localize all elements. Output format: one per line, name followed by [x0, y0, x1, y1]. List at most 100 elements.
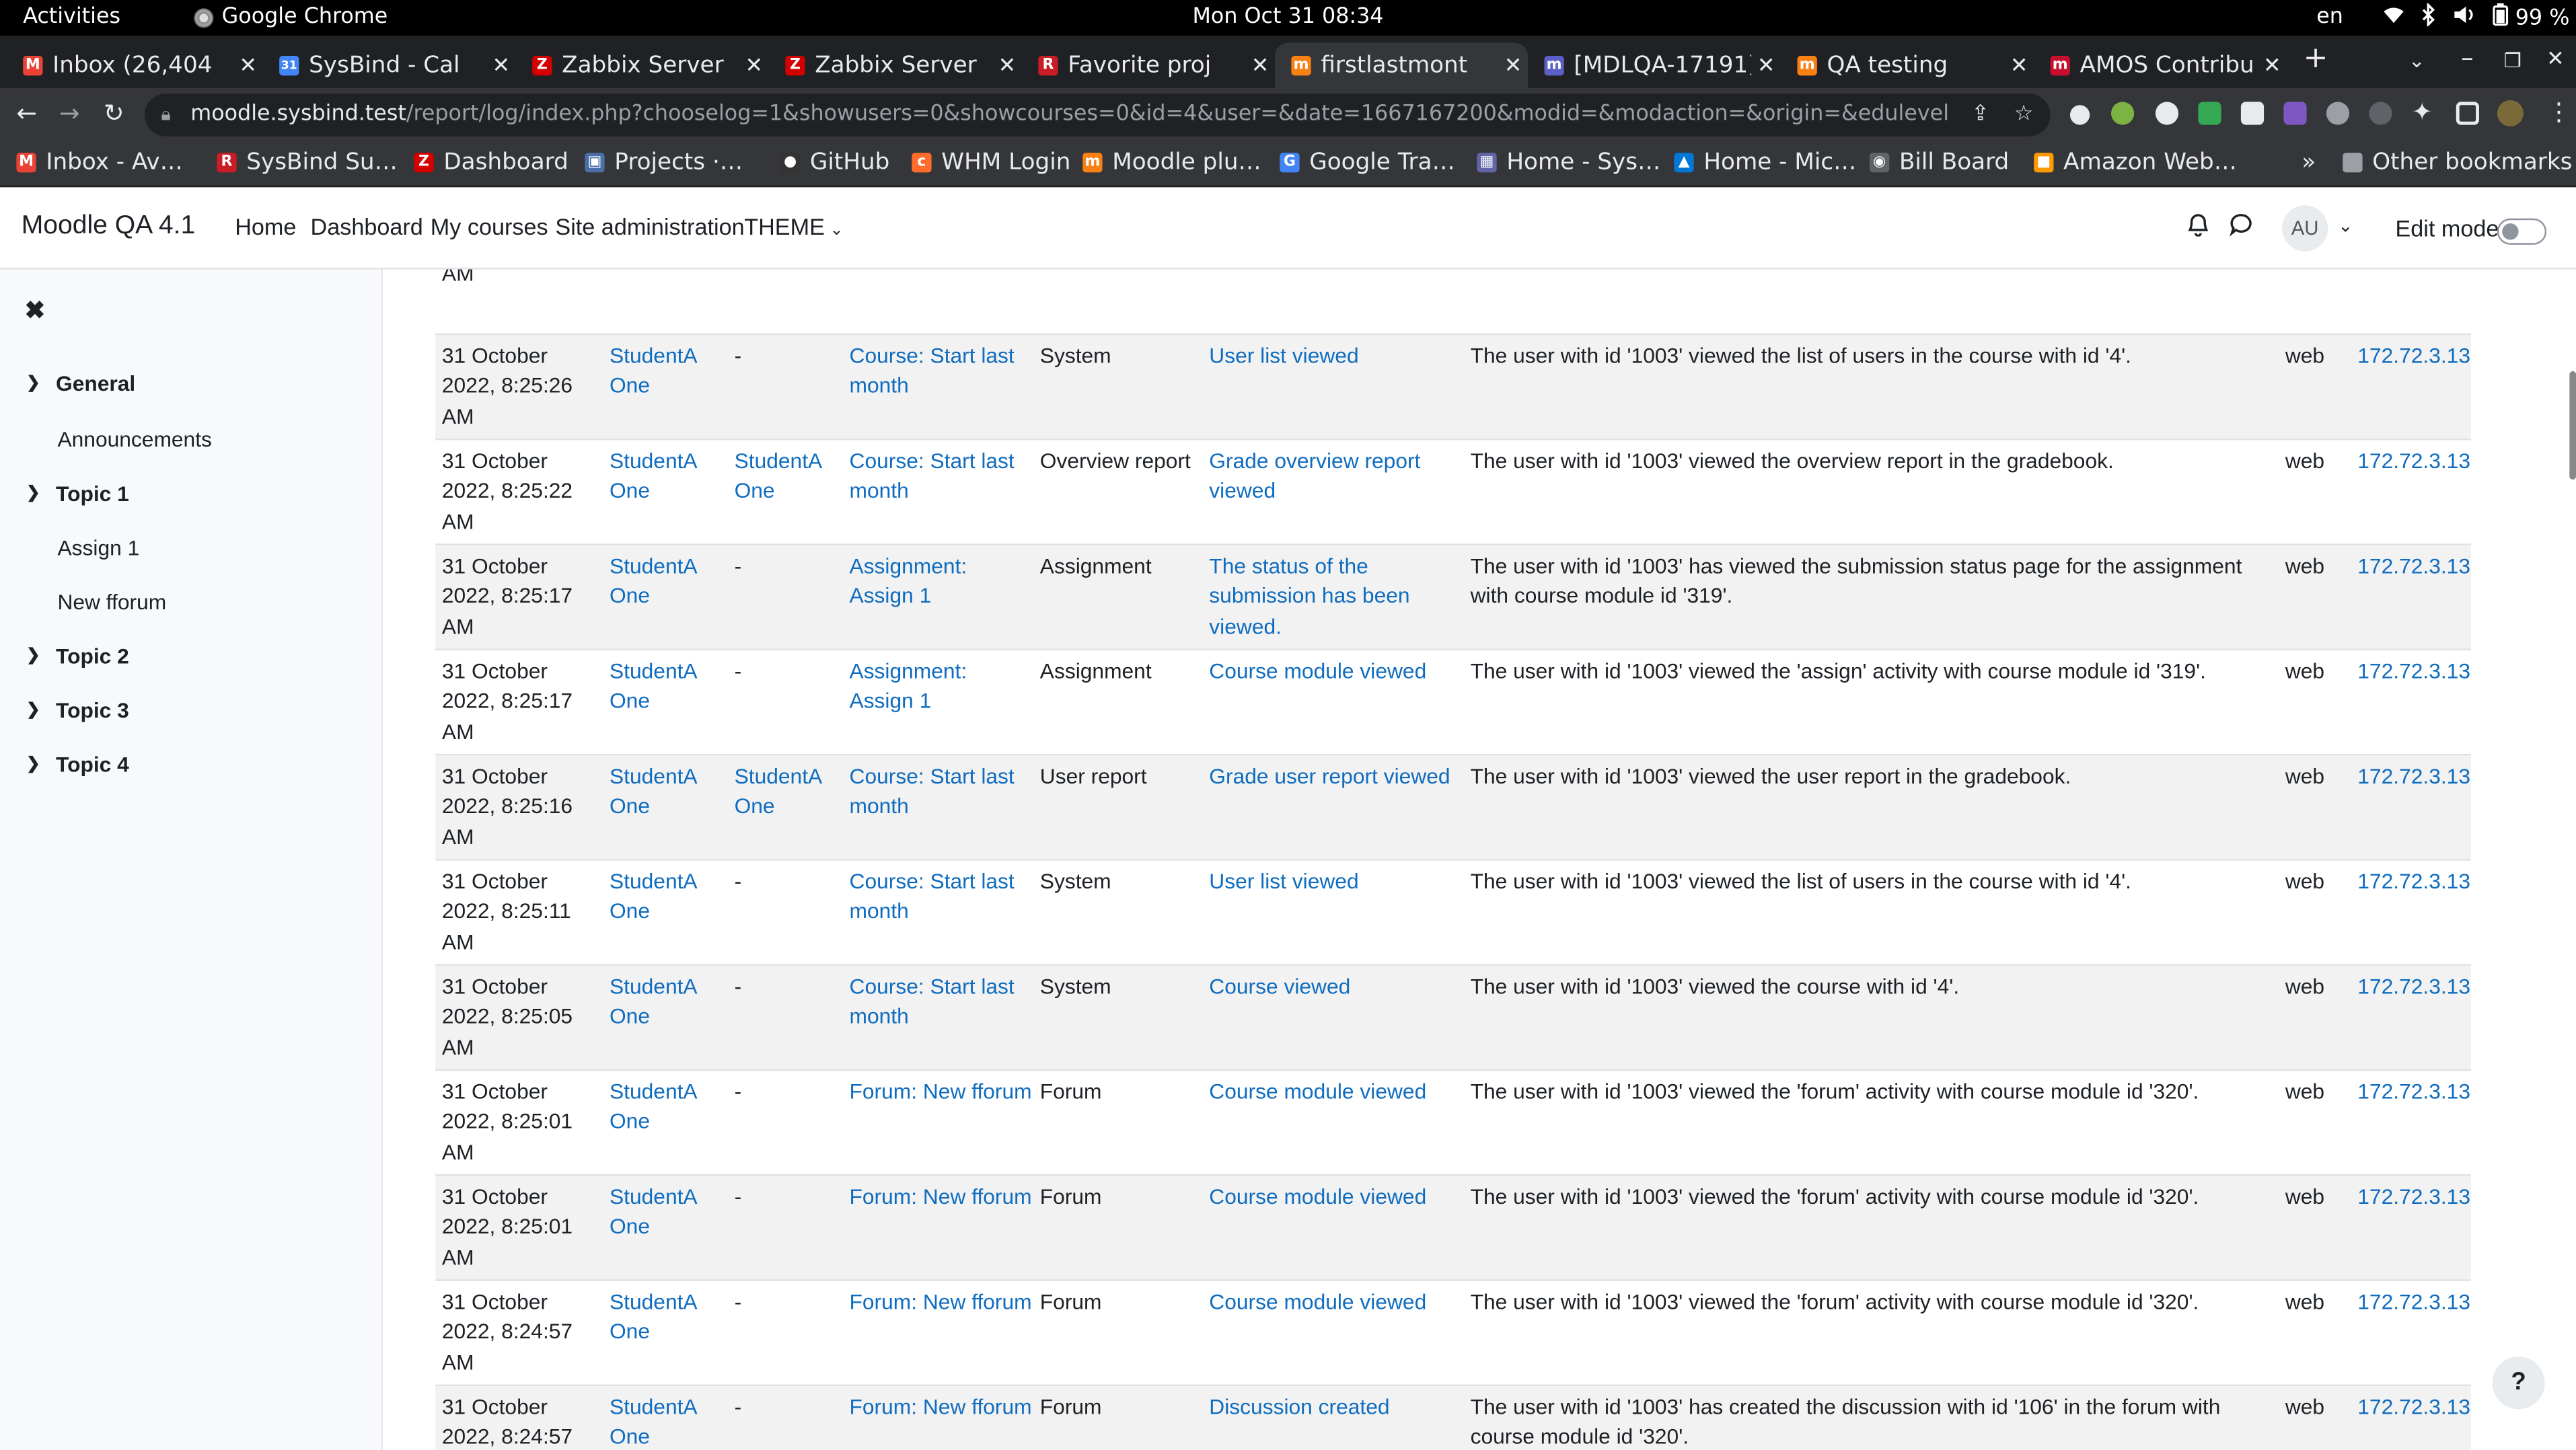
system-tray[interactable]: 99 %: [2382, 2, 2569, 33]
section-general[interactable]: ❯ General: [26, 371, 135, 396]
log-context-link[interactable]: Course: Start last month: [850, 447, 1034, 506]
log-event-link[interactable]: Grade overview report viewed: [1209, 447, 1459, 506]
log-event-link[interactable]: User list viewed: [1209, 867, 1459, 897]
log-context-link[interactable]: Course: Start last month: [850, 867, 1034, 927]
log-ip-link[interactable]: 172.72.3.13: [2357, 1077, 2489, 1108]
lock-icon[interactable]: 🔒︎: [161, 93, 170, 136]
nav-site-administration[interactable]: Site administration: [555, 213, 744, 239]
log-user-link[interactable]: StudentA One: [610, 972, 728, 1032]
log-event-link[interactable]: Course module viewed: [1209, 1182, 1459, 1213]
activity-new-fforum[interactable]: New fforum: [57, 590, 166, 615]
log-ip-link[interactable]: 172.72.3.13: [2357, 552, 2489, 582]
chevron-down-icon[interactable]: ❯: [26, 701, 56, 720]
section-topic-2[interactable]: ❯ Topic 2: [26, 644, 129, 669]
log-user-link[interactable]: StudentA One: [610, 447, 728, 506]
log-event-link[interactable]: User list viewed: [1209, 342, 1459, 372]
activity-assign-1[interactable]: Assign 1: [57, 535, 139, 560]
bookmark-item[interactable]: c WHM Login: [912, 149, 1070, 176]
log-user-link[interactable]: StudentA One: [610, 1077, 728, 1137]
log-context-link[interactable]: Course: Start last month: [850, 762, 1034, 822]
log-event-link[interactable]: Course viewed: [1209, 972, 1459, 1003]
page-scrollbar[interactable]: [2569, 371, 2576, 480]
kebab-menu-icon[interactable]: ⋮: [2546, 97, 2571, 126]
extension-icon[interactable]: [2369, 102, 2392, 125]
minimize-icon[interactable]: –: [2461, 42, 2473, 72]
bookmark-item[interactable]: ▣ Projects ·…: [585, 149, 743, 176]
maximize-icon[interactable]: ❐: [2504, 49, 2522, 72]
browser-tab[interactable]: m QA testing ✕: [1781, 42, 2034, 88]
browser-tab[interactable]: Z Zabbix Server ✕: [516, 42, 769, 88]
address-bar[interactable]: 🔒︎ moodle.sysbind.test/report/log/index.…: [144, 93, 2051, 137]
log-event-link[interactable]: Grade user report viewed: [1209, 762, 1459, 792]
nav-dashboard[interactable]: Dashboard: [311, 213, 423, 239]
puzzle-icon[interactable]: ✦: [2412, 97, 2433, 126]
close-icon[interactable]: ✕: [1751, 53, 1781, 78]
forward-icon[interactable]: →: [59, 99, 80, 128]
bookmark-item[interactable]: Z Dashboard: [414, 149, 568, 176]
log-context-link[interactable]: Assignment: Assign 1: [850, 657, 1034, 717]
close-icon[interactable]: ✕: [2257, 53, 2287, 78]
user-menu-chevron-icon[interactable]: ⌄: [2338, 215, 2353, 236]
log-context-link[interactable]: Assignment: Assign 1: [850, 552, 1034, 612]
log-ip-link[interactable]: 172.72.3.13: [2357, 657, 2489, 687]
extension-icon[interactable]: [2326, 102, 2350, 125]
close-icon[interactable]: ✕: [486, 53, 516, 78]
log-affected-user[interactable]: StudentA One: [735, 447, 843, 506]
nav-home[interactable]: Home: [235, 213, 296, 239]
browser-tab-active[interactable]: m firstlastmont ✕: [1274, 42, 1529, 89]
log-user-link[interactable]: StudentA One: [610, 657, 728, 717]
close-icon[interactable]: ✕: [1498, 53, 1528, 78]
profile-avatar-icon[interactable]: [2497, 100, 2524, 127]
log-affected-user[interactable]: StudentA One: [735, 762, 843, 822]
extension-icon[interactable]: [2240, 102, 2265, 125]
side-panel-icon[interactable]: [2456, 102, 2479, 125]
log-user-link[interactable]: StudentA One: [610, 552, 728, 612]
log-ip-link[interactable]: 172.72.3.13: [2357, 762, 2489, 792]
close-icon[interactable]: ✕: [2004, 53, 2034, 78]
log-ip-link[interactable]: 172.72.3.13: [2357, 1393, 2489, 1423]
bookmark-item[interactable]: ■ Amazon Web…: [2034, 149, 2237, 176]
back-icon[interactable]: ←: [16, 99, 37, 128]
activity-announcements[interactable]: Announcements: [57, 427, 211, 452]
chevron-down-icon[interactable]: ❯: [26, 484, 56, 502]
bookmark-item[interactable]: ▦ Home - Sys…: [1477, 149, 1660, 176]
notifications-bell-icon[interactable]: [2186, 212, 2209, 241]
site-brand[interactable]: Moodle QA 4.1: [22, 212, 195, 241]
bookmark-star-icon[interactable]: ☆: [2014, 93, 2033, 136]
log-user-link[interactable]: StudentA One: [610, 1182, 728, 1242]
extension-icon[interactable]: [2283, 102, 2307, 125]
extension-icon[interactable]: [2069, 105, 2090, 125]
log-context-link[interactable]: Forum: New fforum: [850, 1077, 1034, 1108]
log-event-link[interactable]: Discussion created: [1209, 1393, 1459, 1423]
log-context-link[interactable]: Forum: New fforum: [850, 1182, 1034, 1213]
bookmark-item[interactable]: ● GitHub: [780, 149, 889, 176]
tab-search-icon[interactable]: ⌄: [2408, 49, 2425, 72]
extension-icon[interactable]: [2198, 102, 2221, 125]
log-user-link[interactable]: StudentA One: [610, 342, 728, 402]
window-close-icon[interactable]: ✕: [2546, 48, 2565, 73]
close-icon[interactable]: ✕: [739, 53, 769, 78]
log-user-link[interactable]: StudentA One: [610, 762, 728, 822]
close-drawer-icon[interactable]: ✖: [25, 296, 46, 326]
bookmark-item[interactable]: ◉ Bill Board: [1869, 149, 2009, 176]
bookmark-item[interactable]: R SysBind Su…: [217, 149, 398, 176]
log-event-link[interactable]: Course module viewed: [1209, 657, 1459, 687]
messages-icon[interactable]: [2230, 212, 2254, 241]
edit-mode-toggle[interactable]: [2497, 218, 2547, 245]
language-indicator[interactable]: en: [2316, 5, 2343, 30]
log-user-link[interactable]: StudentA One: [610, 1393, 728, 1450]
browser-tab[interactable]: 31 SysBind - Cal ✕: [263, 42, 516, 88]
user-avatar[interactable]: AU: [2281, 205, 2328, 252]
log-ip-link[interactable]: 172.72.3.13: [2357, 1288, 2489, 1318]
log-context-link[interactable]: Forum: New fforum: [850, 1288, 1034, 1318]
browser-tab[interactable]: R Favorite proj ✕: [1022, 42, 1275, 88]
chevron-down-icon[interactable]: ❯: [26, 375, 56, 393]
close-icon[interactable]: ✕: [233, 53, 263, 78]
clock[interactable]: Mon Oct 31 08:34: [0, 5, 2576, 30]
browser-tab[interactable]: M Inbox (26,404 ✕: [7, 42, 263, 88]
bookmark-item[interactable]: m Moodle plu…: [1082, 149, 1261, 176]
extension-icon[interactable]: [2110, 102, 2135, 125]
help-button[interactable]: ?: [2492, 1357, 2545, 1410]
chevron-down-icon[interactable]: ❯: [26, 755, 56, 773]
bookmarks-overflow-icon[interactable]: »: [2302, 149, 2316, 176]
